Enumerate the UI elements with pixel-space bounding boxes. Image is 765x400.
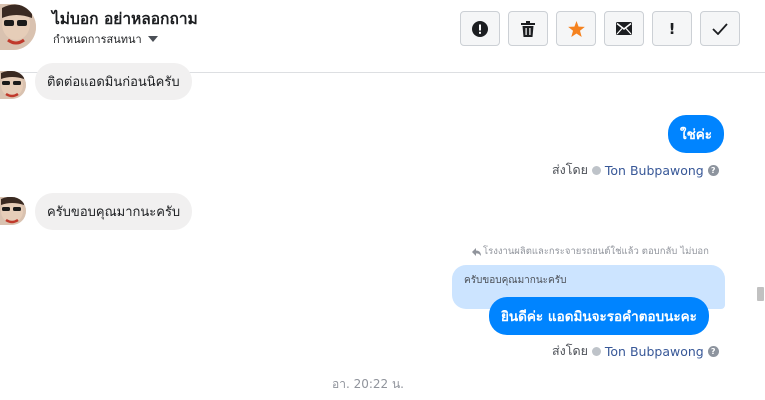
- caret-down-icon: [147, 36, 158, 42]
- trash-icon: [521, 20, 535, 37]
- avatar-image: [0, 4, 36, 50]
- star-button[interactable]: [556, 11, 596, 46]
- contact-avatar-small[interactable]: [0, 197, 26, 225]
- contact-avatar-small[interactable]: [0, 71, 26, 99]
- sent-by-label: ส่งโดย: [552, 343, 588, 358]
- message-bubble-outgoing[interactable]: ยินดีค่ะ แอดมินจะรอคำตอบนะคะ: [489, 297, 709, 335]
- conversation-settings-dropdown[interactable]: กำหนดการสนทนา: [53, 30, 158, 48]
- checkmark-icon: [712, 22, 728, 35]
- mark-unread-button[interactable]: [604, 11, 644, 46]
- reply-context-text: โรงงานผลิตและกระจายรถยนต์ใช่แล้ว ตอบกลับ…: [483, 246, 709, 257]
- sent-by-label: ส่งโดย: [552, 162, 588, 177]
- avatar-image: [0, 71, 26, 99]
- alert-circle-icon: [472, 20, 488, 37]
- sent-by-info: ส่งโดย Ton Bubpawong ?: [552, 341, 719, 361]
- report-button[interactable]: [460, 11, 500, 46]
- exclamation-icon: !: [668, 19, 676, 38]
- sender-name[interactable]: Ton Bubpawong: [605, 163, 704, 178]
- avatar-image: [0, 197, 26, 225]
- contact-name[interactable]: ไม่บอก อย่าหลอกถาม: [52, 6, 198, 31]
- message-bubble-outgoing[interactable]: ใช่ค่ะ: [668, 115, 725, 153]
- sent-by-info: ส่งโดย Ton Bubpawong ?: [552, 160, 719, 180]
- sent-check-icon: [591, 165, 601, 175]
- quoted-message-text: ครับขอบคุณมากนะครับ: [464, 275, 567, 286]
- mark-done-button[interactable]: [700, 11, 740, 46]
- help-icon[interactable]: ?: [707, 164, 719, 176]
- mark-spam-button[interactable]: !: [652, 11, 692, 46]
- sender-name[interactable]: Ton Bubpawong: [605, 344, 704, 359]
- scrollbar-thumb[interactable]: [757, 287, 764, 301]
- conversation-timestamp: อา. 20:22 น.: [332, 377, 404, 391]
- reply-arrow-icon: [472, 247, 481, 256]
- sent-check-icon: [591, 346, 601, 356]
- envelope-icon: [616, 22, 632, 35]
- reply-context: โรงงานผลิตและกระจายรถยนต์ใช่แล้ว ตอบกลับ…: [472, 244, 709, 259]
- help-icon[interactable]: ?: [707, 345, 719, 357]
- message-bubble-incoming[interactable]: ครับขอบคุณมากนะครับ: [35, 193, 193, 230]
- star-icon: [567, 20, 585, 37]
- conversation-settings-label: กำหนดการสนทนา: [53, 33, 142, 46]
- contact-avatar[interactable]: [0, 4, 36, 50]
- message-bubble-incoming[interactable]: ติดต่อแอดมินก่อนนิครับ: [35, 63, 192, 100]
- delete-button[interactable]: [508, 11, 548, 46]
